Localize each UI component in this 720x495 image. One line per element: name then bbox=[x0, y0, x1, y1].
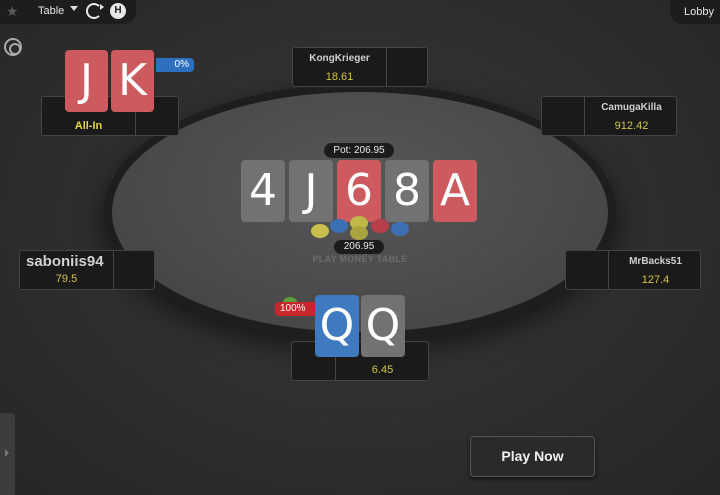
star-icon[interactable]: ★ bbox=[6, 3, 19, 20]
refresh-icon[interactable] bbox=[86, 3, 104, 19]
h-icon[interactable]: H bbox=[110, 3, 126, 19]
player-name: KongKrieger bbox=[309, 53, 370, 64]
player-stack: 18.61 bbox=[325, 71, 354, 83]
player-name: MrBacks51 bbox=[629, 256, 682, 267]
seat-right[interactable]: MrBacks51 127.4 bbox=[565, 250, 701, 290]
seat-hero[interactable]: 6.45 bbox=[291, 341, 429, 381]
seat-top-right[interactable]: CamugaKilla 912.42 bbox=[541, 96, 677, 136]
player-stack: 6.45 bbox=[371, 364, 394, 376]
hole-card: J bbox=[65, 50, 108, 112]
chip-icon bbox=[391, 222, 409, 236]
player-stack: 127.4 bbox=[641, 274, 670, 286]
table-menu-bar: ★ Table H bbox=[0, 0, 136, 24]
play-now-button[interactable]: Play Now bbox=[470, 436, 595, 477]
seat-top-left[interactable]: All-In bbox=[41, 96, 179, 136]
hole-card: Q bbox=[315, 295, 359, 357]
chip-icon bbox=[371, 219, 389, 233]
pot-amount: 206.95 bbox=[334, 240, 384, 254]
board-card: 8 bbox=[385, 160, 429, 222]
top-bar: ★ Table H Lobby bbox=[0, 0, 720, 24]
seat-status: All-In bbox=[74, 120, 103, 132]
seat-top[interactable]: KongKrieger 18.61 bbox=[292, 47, 428, 87]
player-stack: 912.42 bbox=[614, 120, 649, 132]
seat-divider bbox=[386, 48, 387, 86]
lobby-button[interactable]: Lobby bbox=[670, 0, 720, 24]
board-card: 4 bbox=[241, 160, 285, 222]
player-stack: 79.5 bbox=[55, 273, 78, 285]
table-label: PLAY MONEY TABLE bbox=[312, 254, 408, 264]
pot-label: Pot: 206.95 bbox=[324, 143, 394, 158]
equity-badge: 100% bbox=[275, 302, 315, 316]
board-card: J bbox=[289, 160, 333, 222]
chevron-down-icon[interactable] bbox=[70, 6, 78, 11]
board-card: A bbox=[433, 160, 477, 222]
player-name: saboniis94 bbox=[26, 253, 104, 270]
table-menu-label[interactable]: Table bbox=[38, 5, 64, 17]
board-card: 6 bbox=[337, 160, 381, 222]
side-panel-toggle[interactable] bbox=[0, 413, 15, 495]
player-name: CamugaKilla bbox=[601, 102, 662, 113]
hole-card: K bbox=[111, 50, 154, 112]
target-icon[interactable] bbox=[4, 38, 22, 56]
chip-icon bbox=[311, 224, 329, 238]
seat-left[interactable]: saboniis94 79.5 bbox=[19, 250, 155, 290]
chip-icon bbox=[350, 226, 368, 240]
equity-badge: 0% bbox=[156, 58, 194, 72]
hole-card: Q bbox=[361, 295, 405, 357]
poker-room: ★ Table H Lobby PLAY MONEY TABLE Pot: 20… bbox=[0, 0, 720, 495]
chip-icon bbox=[330, 219, 348, 233]
